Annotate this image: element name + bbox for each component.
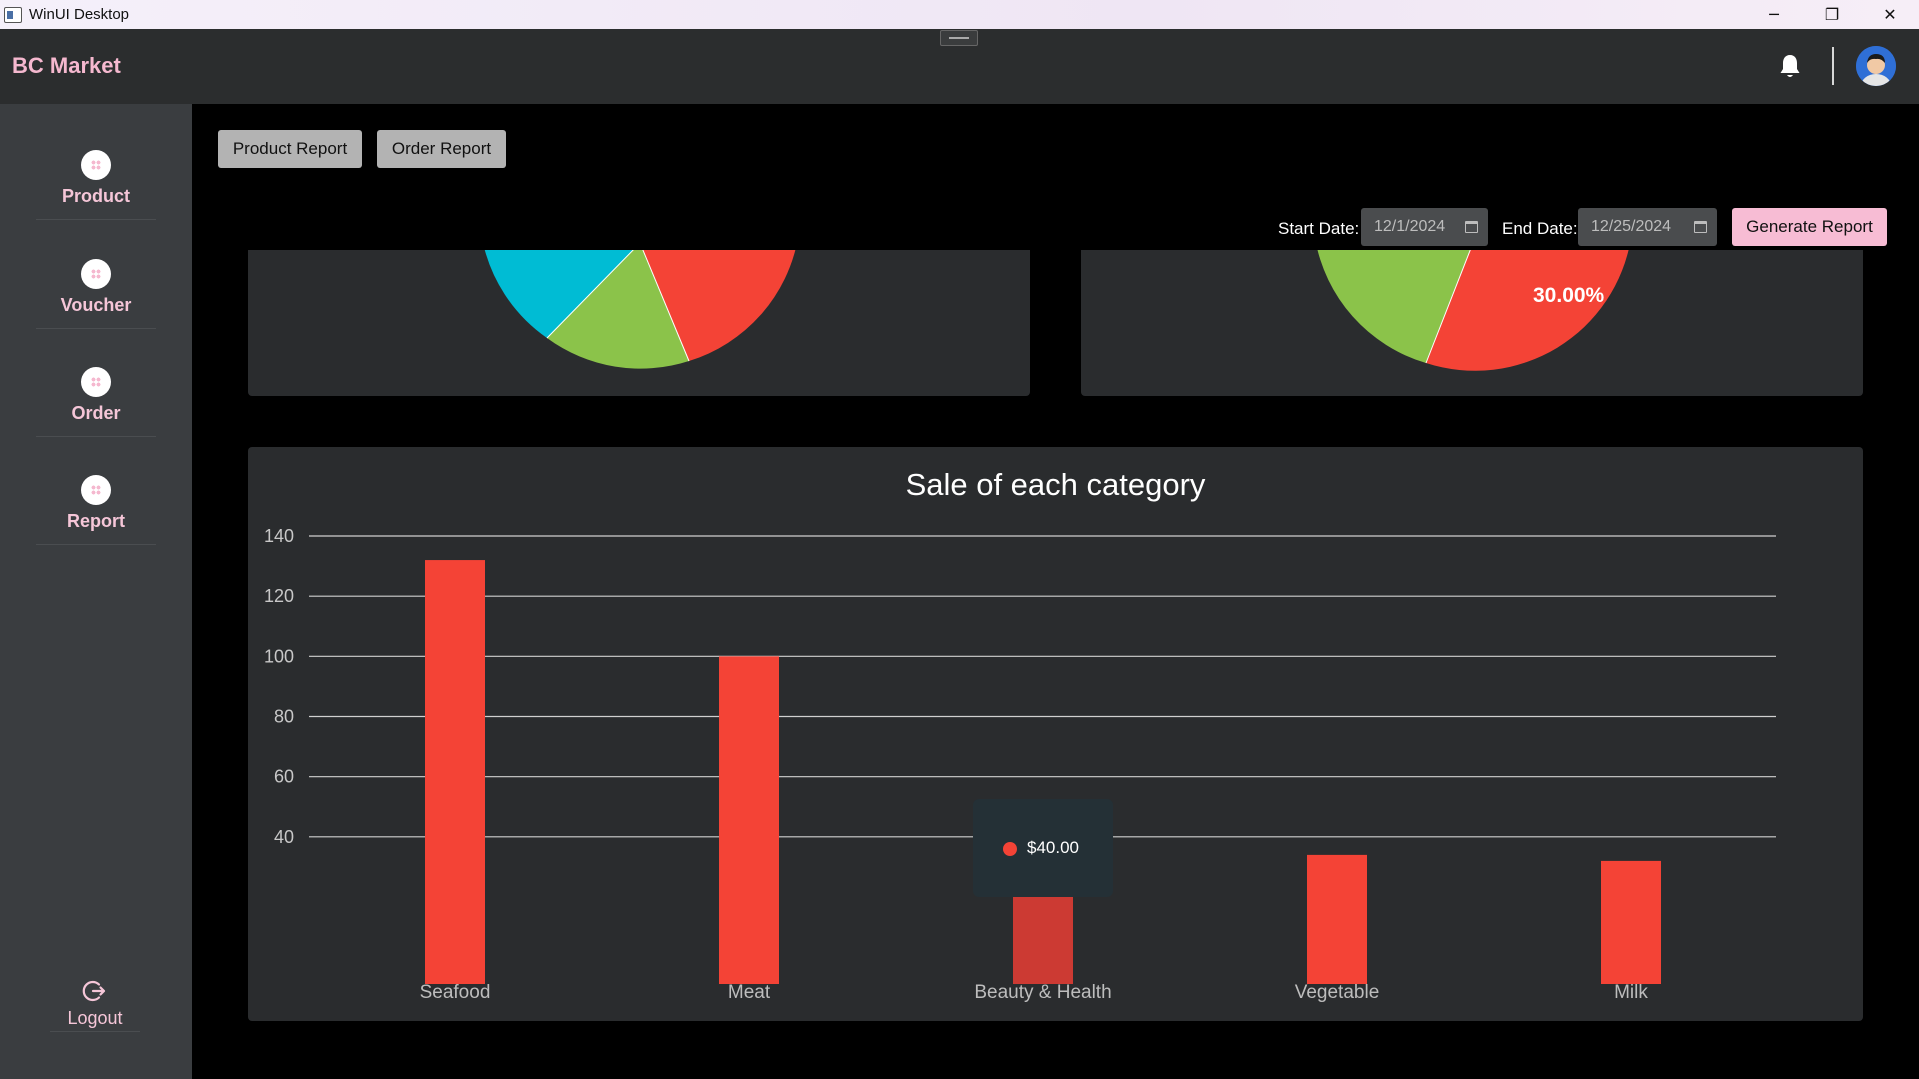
bar-vegetable[interactable] — [1307, 854, 1367, 984]
start-date-value: 12/1/2024 — [1374, 218, 1446, 235]
sidebar-item-report[interactable]: Report — [36, 475, 156, 545]
start-date-label: Start Date: — [1278, 219, 1360, 238]
order-report-button[interactable]: Order Report — [377, 130, 506, 168]
sidebar-item-label: Report — [67, 511, 125, 531]
calendar-icon[interactable] — [1694, 221, 1707, 233]
app-icon — [4, 6, 22, 23]
dots-grid-icon — [81, 367, 111, 397]
chart-tooltip: $40.00 — [973, 799, 1113, 897]
order-pie-card: 30.00% — [1081, 250, 1863, 396]
avatar[interactable] — [1856, 46, 1896, 86]
category-sales-card: Sale of each category 40 60 80 100 120 140 Sea… — [248, 447, 1863, 1021]
y-tick-label: 60 — [274, 767, 294, 787]
sidebar-item-voucher[interactable]: Voucher — [36, 259, 156, 329]
restore-button[interactable]: ❐ — [1803, 0, 1861, 29]
sidebar-item-label: Product — [61, 186, 130, 206]
logout-button[interactable]: Logout — [50, 974, 140, 1032]
end-date-picker[interactable]: 12/25/2024 — [1578, 208, 1717, 246]
header-divider — [1832, 47, 1834, 85]
close-button[interactable]: ✕ — [1861, 0, 1919, 29]
y-tick-label: 140 — [264, 526, 294, 546]
sidebar-item-label: Voucher — [60, 295, 132, 315]
y-tick-label: 100 — [264, 646, 294, 666]
y-tick-label: 40 — [274, 827, 294, 847]
brand-title: BC Market — [12, 53, 121, 78]
calendar-icon[interactable] — [1465, 221, 1478, 233]
bell-icon[interactable] — [1779, 53, 1801, 79]
logout-icon — [82, 980, 106, 1002]
tooltip-value: $40.00 — [1027, 838, 1079, 857]
product-report-button[interactable]: Product Report — [218, 130, 362, 168]
dots-grid-icon — [81, 475, 111, 505]
dots-grid-icon — [81, 259, 111, 289]
sidebar-item-product[interactable]: Product — [36, 150, 156, 220]
start-date-picker[interactable]: 12/1/2024 — [1361, 208, 1488, 246]
product-pie-chart — [484, 250, 796, 369]
window-controls: ─ ❐ ✕ — [1745, 0, 1919, 29]
end-date-value: 12/25/2024 — [1591, 218, 1672, 235]
bar-chart: 40 60 80 100 120 140 Seafood Meat Beauty & Healt… — [264, 526, 1776, 1003]
pie-percent-label: 30.00% — [1533, 284, 1605, 307]
y-tick-label: 120 — [264, 586, 294, 606]
tooltip-series-dot — [1003, 842, 1017, 856]
window-titlebar: WinUI Desktop ─ ❐ ✕ — [0, 0, 1919, 29]
sidebar: Product Voucher Order Report Logout — [0, 104, 192, 1079]
product-pie-card — [248, 250, 1030, 396]
sidebar-item-order[interactable]: Order — [36, 367, 156, 437]
logout-label: Logout — [67, 1008, 123, 1028]
bar-meat[interactable] — [719, 656, 779, 984]
order-pie-chart: 30.00% — [1317, 250, 1629, 371]
app-header: BC Market — [0, 29, 1919, 104]
minimize-button[interactable]: ─ — [1745, 0, 1803, 29]
x-tick-label: Vegetable — [1295, 982, 1380, 1003]
drag-handle-icon[interactable] — [940, 30, 978, 46]
x-tick-label: Seafood — [420, 982, 491, 1003]
sidebar-item-label: Order — [71, 403, 121, 423]
y-tick-label: 80 — [274, 707, 294, 727]
x-tick-label: Milk — [1614, 982, 1648, 1003]
bar-milk[interactable] — [1601, 860, 1661, 984]
x-tick-label: Beauty & Health — [974, 982, 1111, 1003]
end-date-label: End Date: — [1502, 219, 1578, 238]
bar-seafood[interactable] — [425, 560, 485, 984]
dots-grid-icon — [81, 150, 111, 180]
generate-report-button[interactable]: Generate Report — [1732, 208, 1887, 246]
x-tick-label: Meat — [728, 982, 771, 1003]
window-title: WinUI Desktop — [29, 6, 130, 23]
